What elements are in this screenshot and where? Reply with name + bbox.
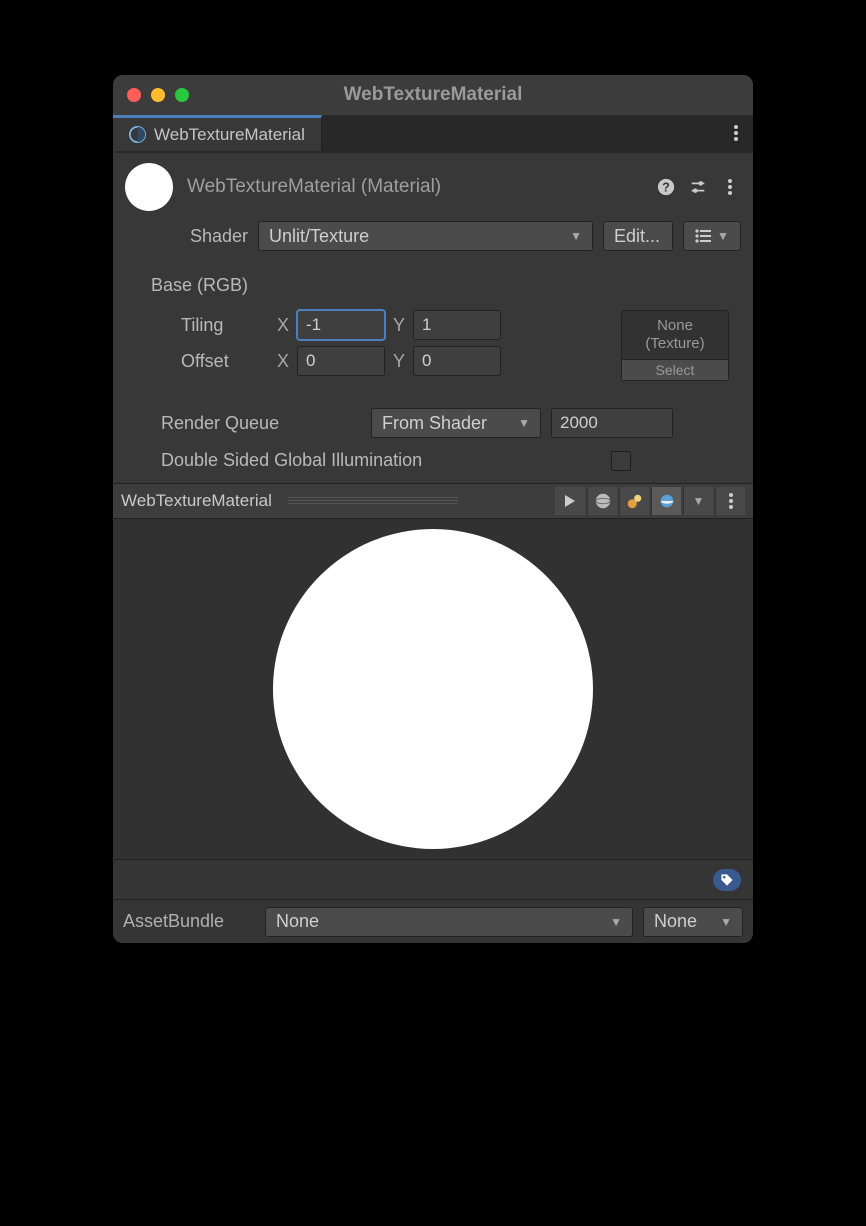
texture-none-label: None xyxy=(626,317,724,335)
chevron-down-icon: ▼ xyxy=(693,494,705,508)
properties-section: Base (RGB) Tiling X Y Offset X xyxy=(113,261,753,390)
preview-header: WebTextureMaterial ▼ xyxy=(113,483,753,519)
axis-x-label: X xyxy=(275,315,291,336)
assetbundle-row: AssetBundle None ▼ None ▼ xyxy=(113,899,753,943)
preview-skybox-button[interactable] xyxy=(651,487,681,515)
minimize-window-button[interactable] xyxy=(151,88,165,102)
tab-bar: WebTextureMaterial xyxy=(113,115,753,153)
tab-webtexturematerial[interactable]: WebTextureMaterial xyxy=(113,115,322,151)
preview-toolbar: ▼ xyxy=(555,487,745,515)
preview-play-button[interactable] xyxy=(555,487,585,515)
base-rgb-label: Base (RGB) xyxy=(151,275,741,296)
tiling-x-field[interactable] xyxy=(297,310,385,340)
tiling-grid: Tiling X Y Offset X Y xyxy=(151,310,741,382)
light-probe-icon xyxy=(626,492,644,510)
chevron-down-icon: ▼ xyxy=(610,915,622,929)
chevron-down-icon: ▼ xyxy=(720,915,732,929)
help-icon: ? xyxy=(657,178,675,196)
offset-x-input[interactable] xyxy=(306,351,376,371)
skybox-icon xyxy=(658,492,676,510)
svg-text:?: ? xyxy=(662,181,670,195)
dsgi-checkbox[interactable] xyxy=(611,451,631,471)
assetbundle-variant-dropdown[interactable]: None ▼ xyxy=(643,907,743,937)
kebab-icon xyxy=(728,179,732,195)
shader-label: Shader xyxy=(190,226,248,247)
offset-y-input[interactable] xyxy=(422,351,492,371)
chevron-down-icon: ▼ xyxy=(518,416,530,430)
chevron-down-icon: ▼ xyxy=(570,229,582,243)
tab-label: WebTextureMaterial xyxy=(154,125,305,145)
material-header: WebTextureMaterial (Material) ? xyxy=(113,153,753,217)
material-title-block: WebTextureMaterial (Material) xyxy=(187,176,641,198)
render-queue-label: Render Queue xyxy=(161,413,361,434)
material-thumbnail[interactable] xyxy=(125,163,173,211)
shader-list-button[interactable]: ▼ xyxy=(683,221,741,251)
tiling-y-field[interactable] xyxy=(413,310,501,340)
axis-y-label: Y xyxy=(391,315,407,336)
offset-x-field[interactable] xyxy=(297,346,385,376)
texture-type-label: (Texture) xyxy=(626,335,724,353)
tiling-row: Tiling X Y xyxy=(151,310,621,340)
render-queue-value-field[interactable] xyxy=(551,408,673,438)
asset-label-button[interactable] xyxy=(713,869,741,891)
shader-dropdown[interactable]: Unlit/Texture ▼ xyxy=(258,221,593,251)
inspector-window: WebTextureMaterial WebTextureMaterial We… xyxy=(113,75,753,943)
texture-placeholder: None (Texture) xyxy=(622,311,728,359)
texture-slot[interactable]: None (Texture) Select xyxy=(621,310,729,381)
material-icon xyxy=(129,126,146,143)
preview-lighting-button[interactable] xyxy=(619,487,649,515)
sphere-icon xyxy=(594,492,612,510)
assetbundle-name-dropdown[interactable]: None ▼ xyxy=(265,907,633,937)
kebab-icon xyxy=(729,493,733,509)
preview-name: WebTextureMaterial xyxy=(121,491,272,511)
assetbundle-label: AssetBundle xyxy=(123,911,255,932)
tiling-y-input[interactable] xyxy=(422,315,492,335)
material-preview[interactable] xyxy=(113,519,753,859)
render-queue-mode: From Shader xyxy=(382,413,487,434)
preview-menu-button[interactable] xyxy=(715,487,745,515)
asset-label-row xyxy=(113,859,753,899)
titlebar: WebTextureMaterial xyxy=(113,75,753,115)
preview-mesh-button[interactable] xyxy=(587,487,617,515)
preview-sphere xyxy=(273,529,593,849)
shader-value: Unlit/Texture xyxy=(269,226,369,247)
offset-y-field[interactable] xyxy=(413,346,501,376)
axis-x-label: X xyxy=(275,351,291,372)
axis-y-label: Y xyxy=(391,351,407,372)
chevron-down-icon: ▼ xyxy=(717,229,729,243)
dsgi-label: Double Sided Global Illumination xyxy=(161,450,601,471)
edit-shader-button[interactable]: Edit... xyxy=(603,221,673,251)
kebab-icon xyxy=(734,125,738,141)
render-queue-dropdown[interactable]: From Shader ▼ xyxy=(371,408,541,438)
dsgi-row: Double Sided Global Illumination xyxy=(113,446,753,483)
help-button[interactable]: ? xyxy=(655,176,677,198)
render-queue-row: Render Queue From Shader ▼ xyxy=(113,390,753,446)
material-title: WebTextureMaterial (Material) xyxy=(187,176,641,198)
tab-spacer xyxy=(322,115,719,151)
tag-icon xyxy=(720,873,734,887)
tiling-x-input[interactable] xyxy=(306,315,376,335)
maximize-window-button[interactable] xyxy=(175,88,189,102)
header-icon-group: ? xyxy=(655,176,741,198)
sliders-icon xyxy=(689,178,707,196)
edit-label: Edit... xyxy=(614,226,660,247)
tab-options-button[interactable] xyxy=(719,115,753,151)
assetbundle-variant-value: None xyxy=(654,911,697,932)
close-window-button[interactable] xyxy=(127,88,141,102)
play-icon xyxy=(564,494,576,508)
preview-dropdown-button[interactable]: ▼ xyxy=(683,487,713,515)
render-queue-input[interactable] xyxy=(560,413,664,433)
list-icon xyxy=(695,229,713,243)
texture-select-button[interactable]: Select xyxy=(622,359,728,380)
tiling-label: Tiling xyxy=(181,315,265,336)
preview-drag-handle[interactable] xyxy=(288,497,458,505)
header-menu-button[interactable] xyxy=(719,176,741,198)
preset-button[interactable] xyxy=(687,176,709,198)
assetbundle-name-value: None xyxy=(276,911,319,932)
window-title: WebTextureMaterial xyxy=(113,84,753,106)
shader-row: Shader Unlit/Texture ▼ Edit... ▼ xyxy=(113,217,753,261)
offset-label: Offset xyxy=(181,351,265,372)
traffic-lights xyxy=(127,88,189,102)
offset-row: Offset X Y xyxy=(151,346,621,376)
